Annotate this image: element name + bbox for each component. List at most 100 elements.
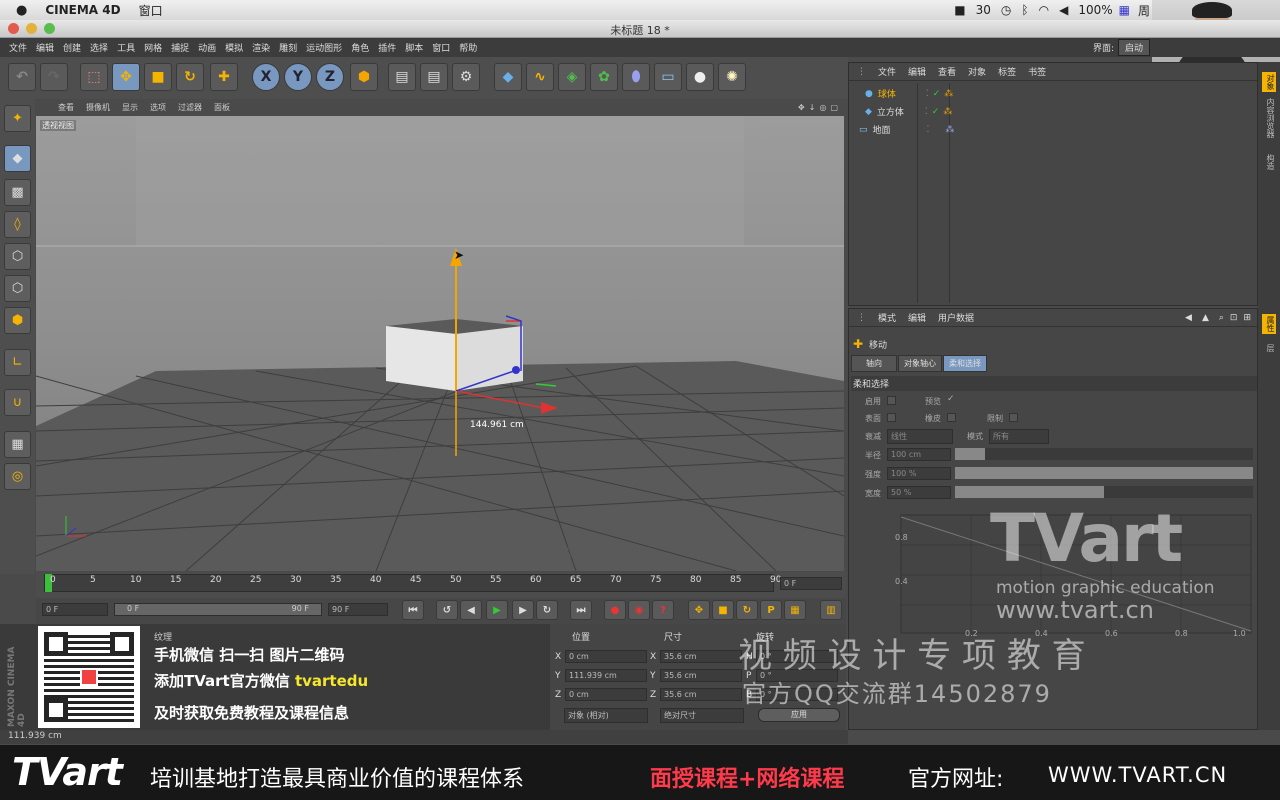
nurbs-icon[interactable]: ◈ xyxy=(558,63,586,91)
radius-slider[interactable] xyxy=(955,448,1253,460)
tab-axis[interactable]: 轴向 xyxy=(851,355,897,372)
material-tag-icon[interactable]: ⁂ xyxy=(943,107,952,117)
material-tag-icon[interactable]: ⁂ xyxy=(945,125,954,135)
menu-edit[interactable]: 编辑 xyxy=(36,41,54,54)
menu-select[interactable]: 选择 xyxy=(90,41,108,54)
vp-menu-options[interactable]: 选项 xyxy=(150,102,166,113)
vp-menu-camera[interactable]: 摄像机 xyxy=(86,102,110,113)
tab-attributes[interactable]: 属性 xyxy=(1262,314,1276,334)
rotate-tool-icon[interactable]: ↻ xyxy=(176,63,204,91)
timeline-window-icon[interactable]: ▥ xyxy=(820,600,842,620)
back-arrow-icon[interactable]: ◀ xyxy=(1185,313,1192,323)
menu-snap[interactable]: 捕捉 xyxy=(171,41,189,54)
am-menu-edit[interactable]: 编辑 xyxy=(908,311,926,324)
vp-menu-view[interactable]: 查看 xyxy=(58,102,74,113)
menu-character[interactable]: 角色 xyxy=(351,41,369,54)
perspective-viewport[interactable]: 透视视图 144.961 cm ➤ 最具商业价值的课程体系 xyxy=(36,116,844,571)
goto-start-icon[interactable]: ⏮ xyxy=(402,600,424,620)
new-panel-icon[interactable]: ⊞ xyxy=(1243,313,1251,323)
om-menu-file[interactable]: 文件 xyxy=(878,65,896,78)
am-menu-userdata[interactable]: 用户数据 xyxy=(938,311,974,324)
key-param-icon[interactable]: P xyxy=(760,600,782,620)
size-x-field[interactable]: 35.6 cm xyxy=(660,650,742,663)
menu-script[interactable]: 脚本 xyxy=(405,41,423,54)
falloff-select[interactable]: 线性 xyxy=(887,429,953,444)
coord-mode-select[interactable]: 对象 (相对) xyxy=(564,708,648,723)
width-field[interactable]: 50 % xyxy=(887,486,951,499)
points-mode-icon[interactable]: ⬡ xyxy=(4,243,31,270)
axis-mode-icon[interactable]: ∟ xyxy=(4,349,31,376)
material-menu-texture[interactable]: 纹理 xyxy=(154,630,172,643)
enabled-check-icon[interactable]: ✓ xyxy=(933,89,941,99)
camera-object-icon[interactable]: ● xyxy=(686,63,714,91)
goto-end-icon[interactable]: ⏭ xyxy=(570,600,592,620)
width-slider[interactable] xyxy=(955,486,1253,498)
model-mode-icon[interactable]: ◆ xyxy=(4,145,31,172)
om-menu-objects[interactable]: 对象 xyxy=(968,65,986,78)
tab-content-browser[interactable]: 内容浏览器 xyxy=(1262,98,1276,138)
workplane-mode-icon[interactable]: ◊ xyxy=(4,211,31,238)
lock-icon[interactable]: ⊡ xyxy=(1230,313,1238,323)
visibility-dots-icon[interactable]: ⁚ xyxy=(926,89,929,99)
tab-objects[interactable]: 对象 xyxy=(1262,72,1276,92)
visibility-dots-icon[interactable]: ⁚ xyxy=(925,107,928,117)
timeline-ruler[interactable]: 0 5 10 15 20 25 30 35 40 45 50 55 60 65 70 75 80 85 90 0 F xyxy=(36,572,846,598)
preview-range-slider[interactable]: 0 F 90 F xyxy=(114,603,322,616)
object-row-sphere[interactable]: ● 球体 ⁚ ✓ ⁂ xyxy=(855,85,953,102)
tab-structure[interactable]: 构造 xyxy=(1262,154,1276,170)
window-menu[interactable]: 窗口 xyxy=(139,2,163,19)
up-arrow-icon[interactable]: ▲ xyxy=(1202,313,1209,323)
floor-scene-icon[interactable]: ▭ xyxy=(654,63,682,91)
tab-object-axis[interactable]: 对象轴心 xyxy=(898,355,942,372)
prev-frame-icon[interactable]: ◀ xyxy=(460,600,482,620)
make-editable-icon[interactable]: ✦ xyxy=(4,105,31,132)
vp-menu-display[interactable]: 显示 xyxy=(122,102,138,113)
end-frame-field[interactable]: 90 F xyxy=(328,603,388,616)
render-settings-icon[interactable]: ⚙ xyxy=(452,63,480,91)
move-tool-icon[interactable]: ✥ xyxy=(112,63,140,91)
coordinate-system-icon[interactable]: ⬢ xyxy=(350,63,378,91)
size-y-field[interactable]: 35.6 cm xyxy=(660,669,742,682)
array-icon[interactable]: ✿ xyxy=(590,63,618,91)
vp-menu-panel[interactable]: 面板 xyxy=(214,102,230,113)
x-axis-lock-button[interactable]: X xyxy=(252,63,280,91)
enable-checkbox[interactable] xyxy=(887,396,896,405)
play-icon[interactable]: ▶ xyxy=(486,600,508,620)
prev-key-icon[interactable]: ↺ xyxy=(436,600,458,620)
object-row-floor[interactable]: ▭ 地面 ⁚ ⁂ xyxy=(855,121,954,138)
key-position-icon[interactable]: ✥ xyxy=(688,600,710,620)
menu-file[interactable]: 文件 xyxy=(9,41,27,54)
menu-mesh[interactable]: 网格 xyxy=(144,41,162,54)
key-scale-icon[interactable]: ■ xyxy=(712,600,734,620)
scale-tool-icon[interactable]: ■ xyxy=(144,63,172,91)
snap-icon[interactable]: ∪ xyxy=(4,389,31,416)
pan-icon[interactable]: ✥ xyxy=(798,103,805,112)
vp-menu-filter[interactable]: 过滤器 xyxy=(178,102,202,113)
spline-icon[interactable]: ∿ xyxy=(526,63,554,91)
menu-plugins[interactable]: 插件 xyxy=(378,41,396,54)
menu-create[interactable]: 创建 xyxy=(63,41,81,54)
pos-y-field[interactable]: 111.939 cm xyxy=(565,669,647,682)
undo-icon[interactable]: ↶ xyxy=(8,63,36,91)
z-axis-lock-button[interactable]: Z xyxy=(316,63,344,91)
menu-simulate[interactable]: 模拟 xyxy=(225,41,243,54)
strength-slider[interactable] xyxy=(955,467,1253,479)
tab-layers[interactable]: 层 xyxy=(1262,344,1276,352)
size-z-field[interactable]: 35.6 cm xyxy=(660,688,742,701)
om-menu-view[interactable]: 查看 xyxy=(938,65,956,78)
polygons-mode-icon[interactable]: ⬢ xyxy=(4,307,31,334)
next-key-icon[interactable]: ↻ xyxy=(536,600,558,620)
menu-mograph[interactable]: 运动图形 xyxy=(306,41,342,54)
redo-icon[interactable]: ↷ xyxy=(40,63,68,91)
maximize-view-icon[interactable]: ▢ xyxy=(830,103,838,112)
om-menu-edit[interactable]: 编辑 xyxy=(908,65,926,78)
mode-select[interactable]: 所有 xyxy=(989,429,1049,444)
om-menu-bookmarks[interactable]: 书签 xyxy=(1028,65,1046,78)
orbit-icon[interactable]: ◎ xyxy=(819,103,826,112)
pos-x-field[interactable]: 0 cm xyxy=(565,650,647,663)
menu-help[interactable]: 帮助 xyxy=(459,41,477,54)
record-icon[interactable]: ● xyxy=(604,600,626,620)
menu-sculpt[interactable]: 雕刻 xyxy=(279,41,297,54)
add-tool-icon[interactable]: ✚ xyxy=(210,63,238,91)
menu-tools[interactable]: 工具 xyxy=(117,41,135,54)
